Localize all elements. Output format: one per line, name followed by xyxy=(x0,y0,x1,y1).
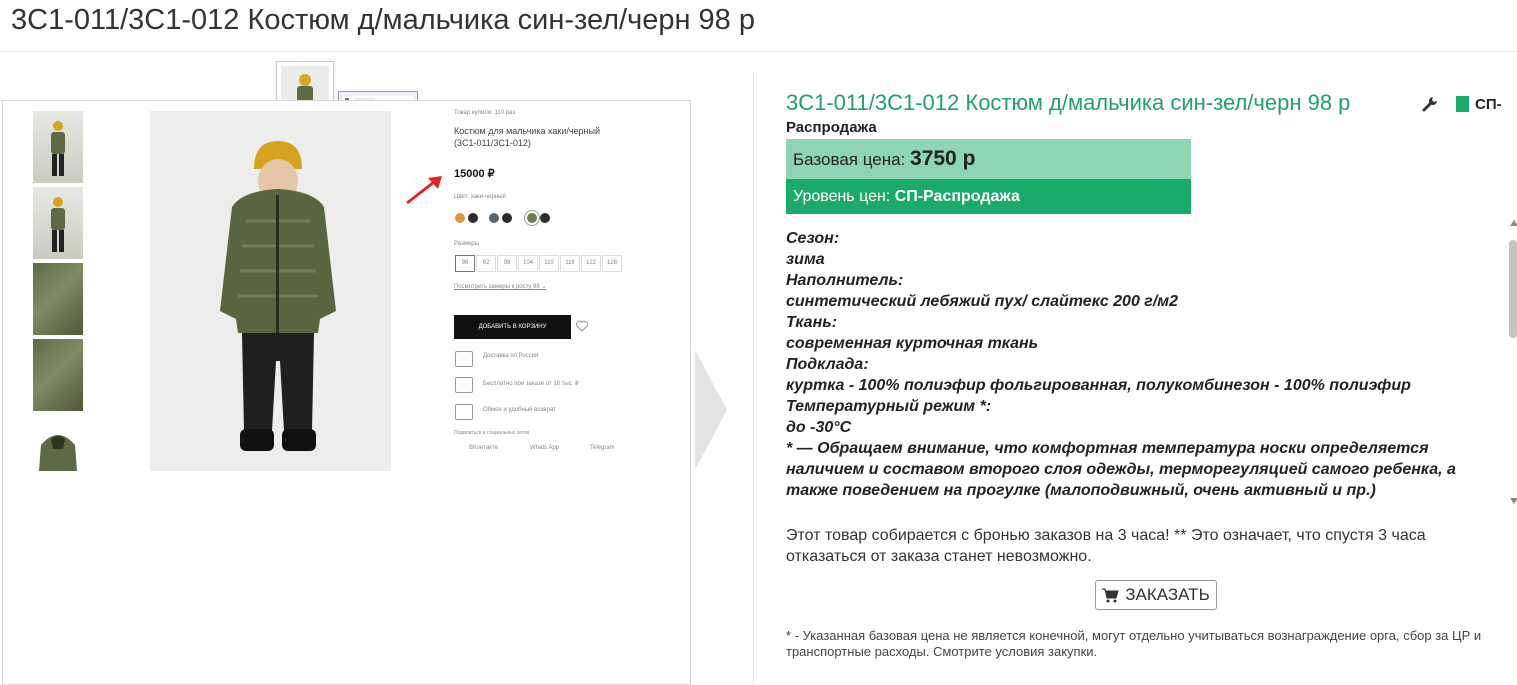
size-option: 104 xyxy=(518,255,538,272)
desc-line: зима xyxy=(786,251,825,268)
product-description[interactable]: Сезон: зима Наполнитель: синтетический л… xyxy=(786,228,1504,511)
status-square xyxy=(1456,96,1469,112)
purchase-tag-line2: Распродажа xyxy=(786,119,877,136)
gallery-thumb xyxy=(33,339,83,411)
price-level-label: Уровень цен: xyxy=(793,188,891,205)
base-price-label: Базовая цена: xyxy=(793,150,906,169)
desc-line: * — Обращаем внимание, что комфортная те… xyxy=(786,440,1456,499)
scroll-up-icon[interactable] xyxy=(1510,220,1517,226)
desc-line: современная курточная ткань xyxy=(786,335,1039,352)
truck-icon xyxy=(455,377,473,393)
desc-line: Температурный режим *: xyxy=(786,398,992,415)
scrollbar-thumb[interactable] xyxy=(1509,240,1517,338)
color-swatch xyxy=(468,213,478,223)
base-price-value: 3750 р xyxy=(910,147,976,170)
size-option: 116 xyxy=(560,255,580,272)
shot-share-whatsapp: Whats App xyxy=(530,445,560,451)
heart-icon xyxy=(575,320,589,332)
price-footnote: * - Указанная базовая цена не является к… xyxy=(786,628,1482,659)
gallery-thumb xyxy=(33,187,83,259)
bought-count: Товар купили: 110 раз xyxy=(454,110,516,116)
product-image[interactable]: Товар купили: 110 раз Костюм для мальчик… xyxy=(2,100,691,685)
desc-line: до -30°C xyxy=(786,419,852,436)
product-photo xyxy=(150,111,391,471)
exchange-icon xyxy=(455,404,473,420)
size-option: 98 xyxy=(497,255,517,272)
wrench-icon[interactable] xyxy=(1421,95,1439,113)
color-swatch-selected xyxy=(527,213,537,223)
price-level-value: СП-Распродажа xyxy=(894,188,1020,205)
desc-line: синтетический лебяжий пух/ слайтекс 200 … xyxy=(786,293,1179,310)
size-option: 110 xyxy=(539,255,559,272)
next-image-chevron-icon[interactable] xyxy=(695,350,727,470)
desc-line: Ткань: xyxy=(786,314,838,331)
size-option: 98 xyxy=(455,255,475,272)
red-arrow-icon xyxy=(406,176,442,205)
color-swatch xyxy=(540,213,550,223)
shot-name-line2: (3С1-011/3С1-012) xyxy=(454,138,531,148)
desc-line: Наполнитель: xyxy=(786,272,904,289)
color-swatch xyxy=(455,213,465,223)
panel-divider xyxy=(753,72,754,683)
cart-icon xyxy=(1102,588,1119,602)
desc-line: куртка - 100% полиэфир фольгированная, п… xyxy=(786,377,1411,394)
order-button-label: ЗАКАЗАТЬ xyxy=(1125,585,1210,604)
gallery-thumb xyxy=(33,263,83,335)
shot-share-telegram: Telegram xyxy=(590,445,615,451)
shot-delivery: Доставка по России xyxy=(483,353,539,359)
shot-add-to-cart: ДОБАВИТЬ В КОРЗИНУ xyxy=(454,315,571,339)
purchase-tag: СП- xyxy=(1475,96,1502,113)
page-title: 3С1-011/3С1-012 Костюм д/мальчика син-зе… xyxy=(11,4,755,36)
scroll-down-icon[interactable] xyxy=(1510,498,1517,504)
delivery-icon xyxy=(455,351,473,367)
shot-exchange: Обмен и удобный возврат xyxy=(483,407,556,413)
product-title: 3С1-011/3С1-012 Костюм д/мальчика син-зе… xyxy=(786,90,1351,115)
reservation-note: Этот товар собирается с бронью заказов н… xyxy=(786,527,1426,565)
shot-color-label: Цвет: хаки-черный xyxy=(454,194,506,200)
order-button[interactable]: ЗАКАЗАТЬ xyxy=(1095,580,1217,610)
desc-line: Сезон: xyxy=(786,230,840,247)
base-price-row: Базовая цена: 3750 р xyxy=(786,139,1191,179)
shot-sizes-label: Размеры xyxy=(454,241,479,247)
shot-free-shipping: Бесплатно при заказе от 18 тыс. ₽ xyxy=(483,381,579,387)
size-option: 92 xyxy=(476,255,496,272)
gallery-thumb xyxy=(33,415,83,487)
title-divider xyxy=(0,51,1517,52)
gallery-thumb xyxy=(33,111,83,183)
shot-name-line1: Костюм для мальчика хаки/черный xyxy=(454,126,601,136)
color-swatch xyxy=(489,213,499,223)
desc-line: Подклада: xyxy=(786,356,869,373)
gallery-thumbnails xyxy=(33,111,83,491)
shot-share-label: Поделиться в социальных сетях xyxy=(454,430,530,436)
size-option: 128 xyxy=(602,255,622,272)
color-swatch xyxy=(502,213,512,223)
size-table-link: Посмотреть замеры к росту 98 ⌄ xyxy=(454,284,547,290)
shot-share-vk: ВКонтакте xyxy=(469,445,498,451)
price-level-row: Уровень цен: СП-Распродажа xyxy=(786,179,1191,214)
shot-price: 15000 ₽ xyxy=(454,168,495,180)
shot-product-name: Костюм для мальчика хаки/черный (3С1-011… xyxy=(454,125,600,149)
size-option: 122 xyxy=(581,255,601,272)
